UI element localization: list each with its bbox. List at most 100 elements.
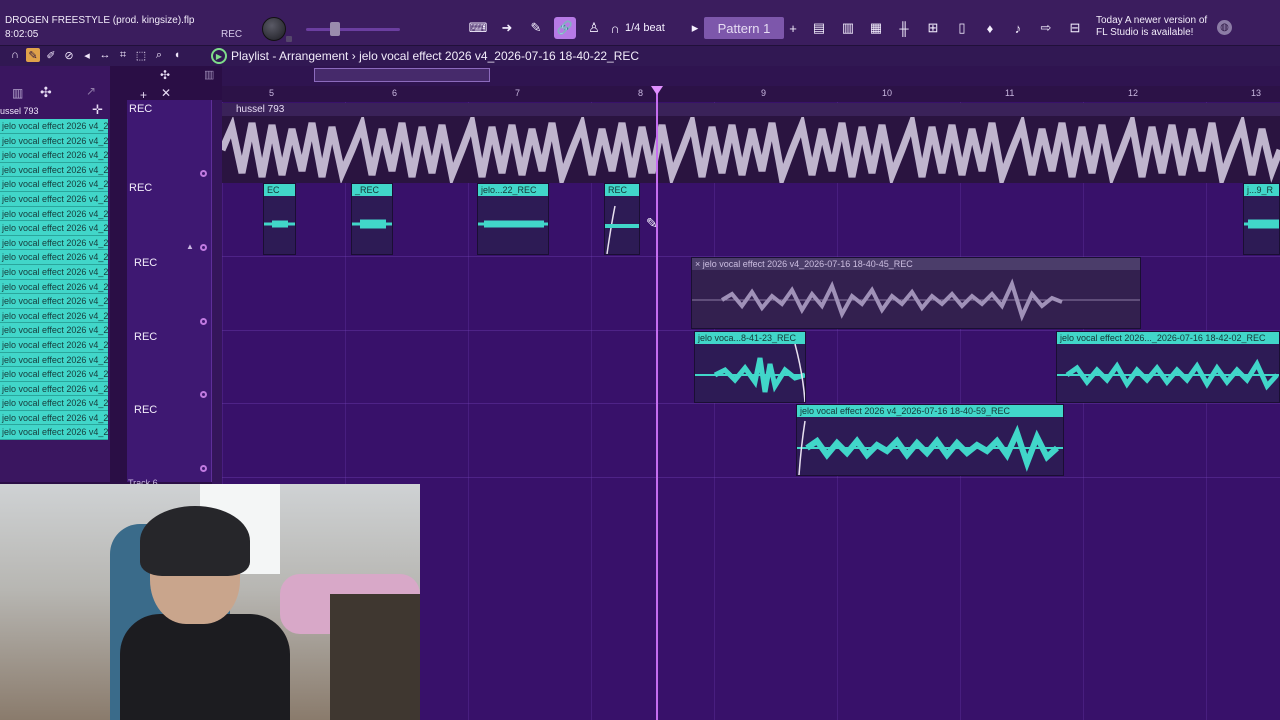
picker-item[interactable]: jelo vocal effect 2026 v4_2 <box>0 133 108 149</box>
browser-icon[interactable]: ⊞ <box>922 17 944 39</box>
track-mute-icon[interactable] <box>200 318 207 325</box>
headphones-icon[interactable]: ∩ <box>8 48 22 62</box>
audio-clip[interactable]: EC <box>263 183 296 255</box>
picker-item[interactable]: jelo vocal effect 2026 v4_2 <box>0 308 108 324</box>
track-tools-icon[interactable]: ✣ <box>160 68 170 82</box>
slider-thumb[interactable] <box>330 22 340 36</box>
plugin-picker-icon[interactable]: ♦ <box>979 17 1001 39</box>
playlist-title: Playlist - Arrangement › jelo vocal effe… <box>231 49 639 63</box>
select-tool-icon[interactable]: ⬚ <box>134 48 148 62</box>
snap-select[interactable]: 1/4 beat <box>625 18 665 38</box>
snap-grid-icon[interactable]: ▥ <box>12 86 23 100</box>
play-pattern-icon[interactable]: ▸ <box>688 17 702 39</box>
audio-clip[interactable]: jelo vocal effect 2026 v4_2026-07-16 18-… <box>796 404 1064 476</box>
tempo-tapper-icon[interactable]: ♪ <box>1007 17 1029 39</box>
track-label[interactable]: REC <box>129 103 152 115</box>
picker-item[interactable]: jelo vocal effect 2026 v4_2 <box>0 235 108 251</box>
plugin-database-icon[interactable]: ▯ <box>951 17 973 39</box>
audio-clip[interactable]: REC <box>604 183 640 255</box>
picker-item[interactable]: jelo vocal effect 2026 v4_2 <box>0 221 108 236</box>
audio-clip[interactable]: j...9_R <box>1243 183 1280 255</box>
delete-tool-icon[interactable]: ⊘ <box>62 48 76 62</box>
playback-tool-icon[interactable]: ◖ <box>170 48 184 62</box>
close-icon[interactable]: ✕ <box>161 86 171 100</box>
paint-tool-icon[interactable]: ✐ <box>44 48 58 62</box>
waveform-icon[interactable]: ✣ <box>40 84 52 101</box>
slip-tool-icon[interactable]: ↔ <box>98 48 112 62</box>
track-label[interactable]: REC <box>134 404 157 416</box>
picker-item[interactable]: jelo vocal effect 2026 v4_2 <box>0 381 108 397</box>
track-mute-icon[interactable] <box>200 244 207 251</box>
update-notification[interactable]: Today A newer version of FL Studio is av… <box>1096 15 1207 39</box>
add-icon[interactable]: + <box>140 88 147 102</box>
playhead[interactable] <box>656 92 658 720</box>
overview-window[interactable] <box>314 68 490 82</box>
webcam-overlay <box>0 484 420 720</box>
mute-tool-icon[interactable]: ◂ <box>80 48 94 62</box>
pattern-selector[interactable]: Pattern 1 <box>704 17 784 39</box>
zoom-tool-icon[interactable]: ⌕ <box>152 48 166 62</box>
audio-clip[interactable]: jelo voca...8-41-23_REC <box>694 331 806 403</box>
picker-item[interactable]: jelo vocal effect 2026 v4_2 <box>0 177 108 192</box>
magnet-icon[interactable]: ∩ <box>608 17 622 39</box>
picker-item[interactable]: jelo vocal effect 2026 v4_2 <box>0 323 108 338</box>
picker-item[interactable]: jelo vocal effect 2026 v4_2 <box>0 162 108 178</box>
slice-tool-icon[interactable]: ⌗ <box>116 48 130 62</box>
grid-icon[interactable]: ▥ <box>204 68 214 81</box>
picker-item[interactable]: jelo vocal effect 2026 v4_2 <box>0 337 108 353</box>
playlist-play-icon[interactable]: ▶ <box>211 48 227 64</box>
audio-clip[interactable]: _REC <box>351 183 393 255</box>
audio-clip-muted[interactable]: × jelo vocal effect 2026 v4_2026-07-16 1… <box>691 257 1141 329</box>
clip-name: EC <box>264 184 295 196</box>
clip-name: jelo vocal effect 2026 v4_2026-07-16 18-… <box>797 405 1063 417</box>
audio-clip[interactable]: jelo...22_REC <box>477 183 549 255</box>
track-mute-icon[interactable] <box>200 170 207 177</box>
clip-name: × jelo vocal effect 2026 v4_2026-07-16 1… <box>692 258 1140 270</box>
piano-roll-icon[interactable]: ▥ <box>837 17 859 39</box>
picker-item[interactable]: jelo vocal effect 2026 v4_2 <box>0 119 108 134</box>
link-icon[interactable]: 🔗 <box>554 17 576 39</box>
draw-tool-icon[interactable]: ✎ <box>26 48 40 62</box>
playlist-icon[interactable]: ▤ <box>808 17 830 39</box>
add-track-icon[interactable]: ✛ <box>92 102 103 118</box>
playlist-tools: ∩ ✎ ✐ ⊘ ◂ ↔ ⌗ ⬚ ⌕ ◖ <box>8 48 184 62</box>
picker-item[interactable]: jelo vocal effect 2026 v4_2 <box>0 264 108 280</box>
globe-icon[interactable]: ◍ <box>1217 20 1232 35</box>
channel-rack-icon[interactable]: ▦ <box>865 17 887 39</box>
picker-item[interactable]: jelo vocal effect 2026 v4_2 <box>0 367 108 382</box>
track-label[interactable]: REC <box>129 182 152 194</box>
track-headers <box>127 100 212 482</box>
touch-controller-icon[interactable]: ⇨ <box>1035 17 1057 39</box>
triangle-up-icon[interactable]: ▲ <box>186 242 194 251</box>
picker-item[interactable]: jelo vocal effect 2026 v4_2 <box>0 279 108 295</box>
master-volume-knob[interactable] <box>262 17 286 41</box>
picker-item[interactable]: jelo vocal effect 2026 v4_2 <box>0 250 108 265</box>
master-pitch-slider[interactable] <box>306 28 400 31</box>
picker-item[interactable]: jelo vocal effect 2026 v4_2 <box>0 425 108 441</box>
track-mute-icon[interactable] <box>200 465 207 472</box>
webcam-person-body <box>120 614 290 720</box>
audio-clip[interactable]: jelo vocal effect 2026..._2026-07-16 18-… <box>1056 331 1280 403</box>
track-label[interactable]: REC <box>134 331 157 343</box>
picker-minimize-icon[interactable]: ↗ <box>86 84 96 98</box>
mixer-icon[interactable]: ╫ <box>893 17 915 39</box>
typing-keyboard-icon[interactable]: ⌨ <box>467 17 489 39</box>
audio-clip-hussel[interactable]: hussel 793 <box>222 103 1280 183</box>
add-pattern-icon[interactable]: + <box>786 17 800 39</box>
project-title: DROGEN FREESTYLE (prod. kingsize).flp <box>5 15 195 26</box>
picker-item[interactable]: jelo vocal effect 2026 v4_2 <box>0 294 108 309</box>
picker-item[interactable]: jelo vocal effect 2026 v4_2 <box>0 410 108 426</box>
timeline-ruler[interactable] <box>222 86 1280 102</box>
metronome-icon[interactable]: ✎ <box>525 17 547 39</box>
picker-item[interactable]: jelo vocal effect 2026 v4_2 <box>0 352 108 368</box>
playhead-marker[interactable] <box>651 86 663 95</box>
track-label[interactable]: REC <box>134 257 157 269</box>
recording-filter-icon[interactable]: ♙ <box>583 17 605 39</box>
shop-icon[interactable]: ⊟ <box>1064 17 1086 39</box>
picker-item[interactable]: jelo vocal effect 2026 v4_2 <box>0 206 108 222</box>
step-edit-icon[interactable]: ➜ <box>496 17 518 39</box>
picker-item[interactable]: jelo vocal effect 2026 v4_2 <box>0 396 108 411</box>
picker-item[interactable]: jelo vocal effect 2026 v4_2 <box>0 148 108 163</box>
track-mute-icon[interactable] <box>200 391 207 398</box>
picker-item[interactable]: jelo vocal effect 2026 v4_2 <box>0 191 108 207</box>
